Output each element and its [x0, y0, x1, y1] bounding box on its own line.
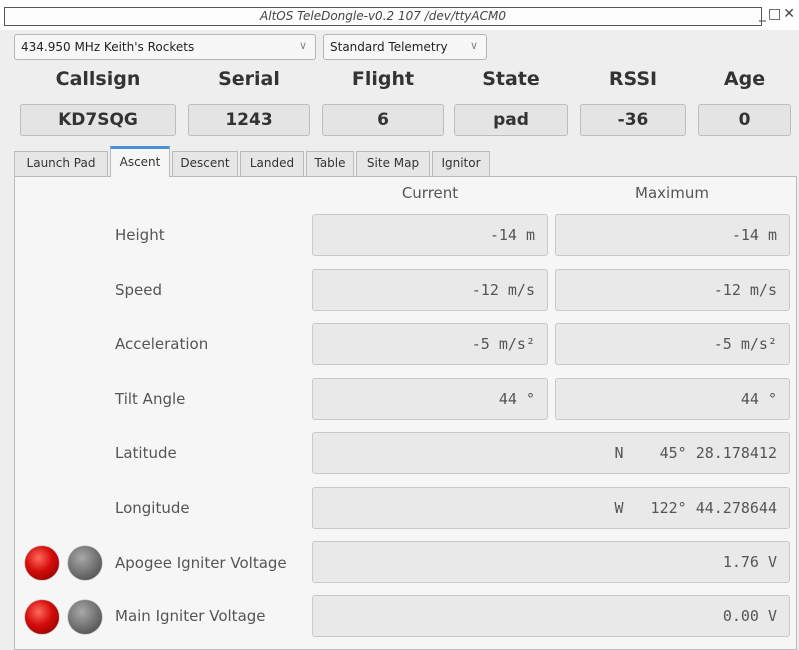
- apogee-igniter-voltage: 1.76 V: [312, 541, 790, 583]
- main-status-led-gray: [68, 600, 102, 634]
- acceleration-label: Acceleration: [115, 335, 209, 353]
- flight-value: 6: [322, 104, 444, 136]
- latitude-value: N 45° 28.178412: [312, 432, 790, 474]
- current-column-heading: Current: [401, 184, 459, 202]
- apogee-status-led-gray: [68, 546, 102, 580]
- age-heading: Age: [723, 68, 766, 90]
- speed-current: -12 m/s: [312, 269, 548, 311]
- maximize-icon[interactable]: □: [768, 6, 783, 22]
- speed-maximum: -12 m/s: [555, 269, 790, 311]
- window-controls: _□✕: [759, 6, 797, 22]
- apogee-igniter-label: Apogee Igniter Voltage: [115, 554, 287, 572]
- tab-descent[interactable]: Descent: [172, 151, 238, 176]
- rssi-value: -36: [580, 104, 686, 136]
- state-heading: State: [482, 68, 540, 90]
- title-bar: AltOS TeleDongle-v0.2 107 /dev/ttyACM0 _…: [0, 0, 799, 30]
- title-frame[interactable]: AltOS TeleDongle-v0.2 107 /dev/ttyACM0: [4, 7, 762, 26]
- tab-table[interactable]: Table: [306, 151, 354, 176]
- serial-heading: Serial: [218, 68, 280, 90]
- serial-value: 1243: [188, 104, 310, 136]
- tilt-angle-maximum: 44 °: [555, 378, 790, 420]
- longitude-value: W 122° 44.278644: [312, 487, 790, 529]
- tilt-angle-current: 44 °: [312, 378, 548, 420]
- rssi-heading: RSSI: [608, 68, 658, 90]
- frequency-select[interactable]: 434.950 MHz Keith's Rockets ∨: [14, 34, 316, 60]
- frequency-select-value: 434.950 MHz Keith's Rockets: [21, 40, 195, 54]
- height-label: Height: [115, 226, 165, 244]
- tab-site-map[interactable]: Site Map: [356, 151, 430, 176]
- tilt-angle-label: Tilt Angle: [115, 390, 186, 408]
- acceleration-maximum: -5 m/s²: [555, 323, 790, 365]
- tab-landed[interactable]: Landed: [240, 151, 304, 176]
- flight-heading: Flight: [351, 68, 415, 90]
- minimize-icon[interactable]: _: [759, 6, 768, 22]
- window-title: AltOS TeleDongle-v0.2 107 /dev/ttyACM0: [260, 9, 506, 23]
- close-icon[interactable]: ✕: [783, 6, 797, 22]
- tab-ignitor[interactable]: Ignitor: [432, 151, 490, 176]
- state-value: pad: [454, 104, 568, 136]
- chevron-down-icon: ∨: [298, 39, 307, 52]
- height-maximum: -14 m: [555, 214, 790, 256]
- maximum-column-heading: Maximum: [635, 184, 709, 202]
- callsign-value: KD7SQG: [20, 104, 176, 136]
- tab-ascent[interactable]: Ascent: [110, 146, 170, 177]
- acceleration-current: -5 m/s²: [312, 323, 548, 365]
- speed-label: Speed: [115, 281, 163, 299]
- chevron-down-icon: ∨: [469, 39, 478, 52]
- latitude-label: Latitude: [115, 444, 177, 462]
- main-igniter-voltage: 0.00 V: [312, 595, 790, 637]
- longitude-label: Longitude: [115, 499, 190, 517]
- apogee-status-led-red: [25, 546, 59, 580]
- age-value: 0: [698, 104, 791, 136]
- tab-launch-pad[interactable]: Launch Pad: [14, 151, 108, 176]
- main-igniter-label: Main Igniter Voltage: [115, 607, 266, 625]
- telemetry-select[interactable]: Standard Telemetry ∨: [323, 34, 487, 60]
- callsign-heading: Callsign: [55, 68, 141, 90]
- height-current: -14 m: [312, 214, 548, 256]
- main-status-led-red: [25, 600, 59, 634]
- telemetry-select-value: Standard Telemetry: [330, 40, 448, 54]
